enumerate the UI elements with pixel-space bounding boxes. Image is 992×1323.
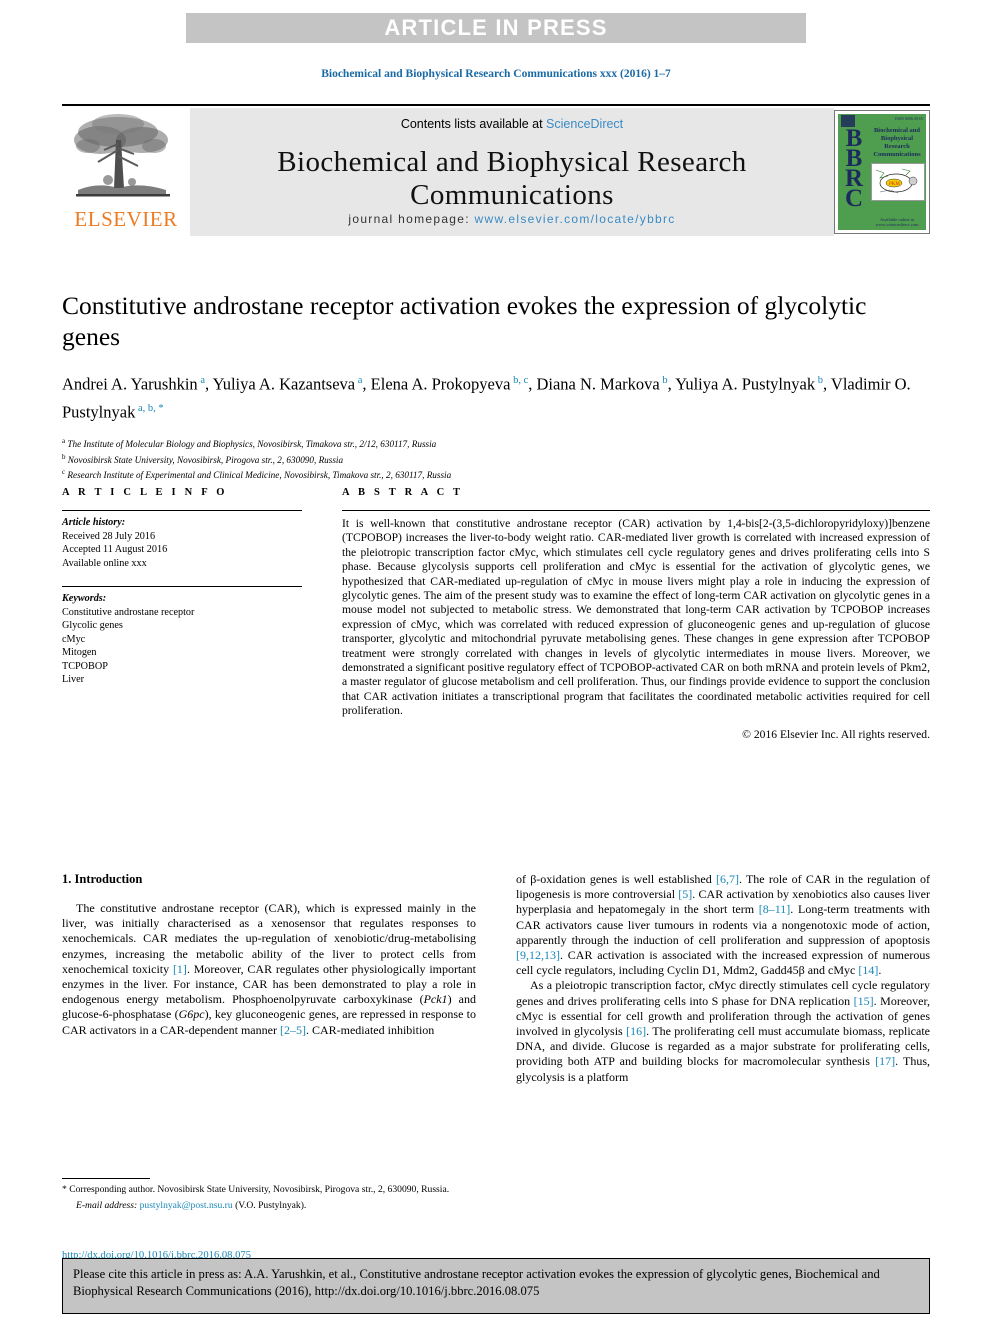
keyword-items: Constitutive androstane receptor Glycolic… [62,606,302,687]
paragraph-text: . CAR-mediated inhibition [305,1022,435,1037]
info-abstract-section: A R T I C L E I N F O Article history: R… [62,487,930,741]
keyword-item: Constitutive androstane receptor [62,606,195,618]
author-name: Elena A. Prokopyeva [370,374,511,394]
body-left-column: 1. Introduction The constitutive androst… [62,872,476,1275]
article-history-item: Received 28 July 2016 [62,530,156,542]
keywords-block: Keywords: Constitutive androstane recept… [62,587,302,703]
email-owner: (V.O. Pustylnyak). [235,1199,307,1211]
author-affiliation-mark: a [355,375,363,386]
article-history-block: Article history: Received 28 July 2016 Ac… [62,511,302,586]
article-history-items: Received 28 July 2016 Accepted 11 August … [62,530,302,571]
cover-bbrc-letters: BBRC [844,125,864,212]
cite-this-article-box: Please cite this article in press as: A.… [62,1258,930,1314]
abstract-column: A B S T R A C T It is well-known that co… [342,487,930,741]
article-history-item: Accepted 11 August 2016 [62,544,168,555]
keyword-item: Glycolic genes [62,620,123,631]
corresponding-author-note: * Corresponding author. Novosibirsk Stat… [62,1184,450,1195]
citation-link[interactable]: [14] [858,963,878,977]
keyword-item: Liver [62,674,85,685]
affiliation-text: Research Institute of Experimental and C… [65,470,452,481]
paragraph-text: of β-oxidation genes is well established [516,872,716,886]
author-affiliation-mark: a [197,375,205,386]
masthead-center-panel: Contents lists available at ScienceDirec… [190,108,834,236]
journal-masthead: ELSEVIER Contents lists available at Sci… [62,104,930,236]
affiliation-text: The Institute of Molecular Biology and B… [65,439,437,450]
body-columns: 1. Introduction The constitutive androst… [62,872,930,1275]
article-info-heading: A R T I C L E I N F O [62,487,228,498]
introduction-heading: 1. Introduction [62,872,143,886]
elsevier-wordmark: ELSEVIER [74,207,178,231]
footnote-block: * Corresponding author. Novosibirsk Stat… [62,1178,476,1212]
gene-name: Pck1 [423,992,448,1007]
sciencedirect-link[interactable]: ScienceDirect [546,117,623,131]
author-affiliation-mark: a, b, * [135,402,164,414]
intro-paragraph-right-1: of β-oxidation genes is well established… [516,872,930,978]
email-link[interactable]: pustylnyak@post.nsu.ru [140,1200,233,1211]
affiliation-list: a The Institute of Molecular Biology and… [62,435,930,482]
intro-paragraph-right-2: As a pleiotropic transcription factor, c… [516,978,930,1084]
email-address-line: E-mail address: pustylnyak@post.nsu.ru (… [62,1197,476,1213]
elsevier-tree-icon [74,114,170,197]
article-info-column: A R T I C L E I N F O Article history: R… [62,487,302,741]
abstract-heading: A B S T R A C T [342,487,464,498]
author-affiliation-mark: b [659,375,668,386]
citation-link[interactable]: [1] [173,962,187,976]
citation-link[interactable]: [15] [854,994,874,1008]
article-header: Constitutive androstane receptor activat… [62,290,930,482]
article-history-item: Available online xxx [62,557,147,569]
intro-paragraph-left: The constitutive androstane receptor (CA… [62,901,476,1038]
article-history-label: Article history: [62,517,126,528]
contents-prefix: Contents lists available at [400,117,547,131]
affiliation-item: c Research Institute of Experimental and… [62,466,930,482]
cover-figure-image: PKM [871,163,925,201]
keyword-item: TCPOBOP [62,660,108,672]
citation-link[interactable]: [8–11] [759,902,791,916]
abstract-text: It is well-known that constitutive andro… [342,517,930,718]
author-name: Andrei A. Yarushkin [62,374,198,394]
author-name: Diana N. Markova [536,374,660,394]
article-in-press-banner: ARTICLE IN PRESS [186,13,806,43]
affiliation-text: Novosibirsk State University, Novosibirs… [65,454,344,465]
citation-link[interactable]: [6,7] [716,872,739,886]
author-affiliation-mark: b [815,375,823,386]
paragraph-text: . [878,963,882,978]
elsevier-logo: ELSEVIER [62,108,190,236]
journal-homepage-link[interactable]: www.elsevier.com/locate/ybbrc [475,212,676,226]
journal-homepage-line: journal homepage: www.elsevier.com/locat… [190,212,834,226]
author-affiliation-mark: b, c [510,375,529,386]
body-right-column: of β-oxidation genes is well established… [516,872,930,1085]
citation-link[interactable]: [17] [875,1054,895,1068]
abstract-copyright: © 2016 Elsevier Inc. All rights reserved… [742,727,930,741]
author-list: Andrei A. Yarushkin a, Yuliya A. Kazants… [62,374,911,422]
journal-reference-line: Biochemical and Biophysical Research Com… [321,68,671,80]
cover-bottom-text: Available online at www.sciencedirect.co… [875,217,919,227]
affiliation-item: b Novosibirsk State University, Novosibi… [62,451,930,467]
keywords-label: Keywords: [62,593,107,604]
gene-name: G6pc [178,1007,205,1022]
author-name: Yuliya A. Kazantseva [212,374,356,394]
citation-link[interactable]: [9,12,13] [516,948,560,962]
keyword-item: Mitogen [62,647,97,658]
svg-text:PKM: PKM [889,182,900,187]
article-title: Constitutive androstane receptor activat… [62,291,867,351]
homepage-label: journal homepage: [348,212,475,226]
citation-link[interactable]: [16] [626,1024,646,1038]
keyword-item: cMyc [62,633,86,645]
journal-title: Biochemical and Biophysical Research Com… [277,146,747,211]
citation-link[interactable]: [5] [678,887,692,901]
author-name: Yuliya A. Pustylnyak [675,374,816,394]
journal-cover-thumbnail: ISSN 0006-291X BBRC Biochemical and Biop… [834,110,930,234]
cover-journal-title: Biochemical and Biophysical Research Com… [873,127,921,158]
cover-top-right-text: ISSN 0006-291X [895,116,923,121]
affiliation-item: a The Institute of Molecular Biology and… [62,435,930,451]
contents-available-line: Contents lists available at ScienceDirec… [190,117,834,131]
email-label: E-mail address: [76,1199,138,1211]
citation-link[interactable]: [2–5] [280,1023,306,1037]
